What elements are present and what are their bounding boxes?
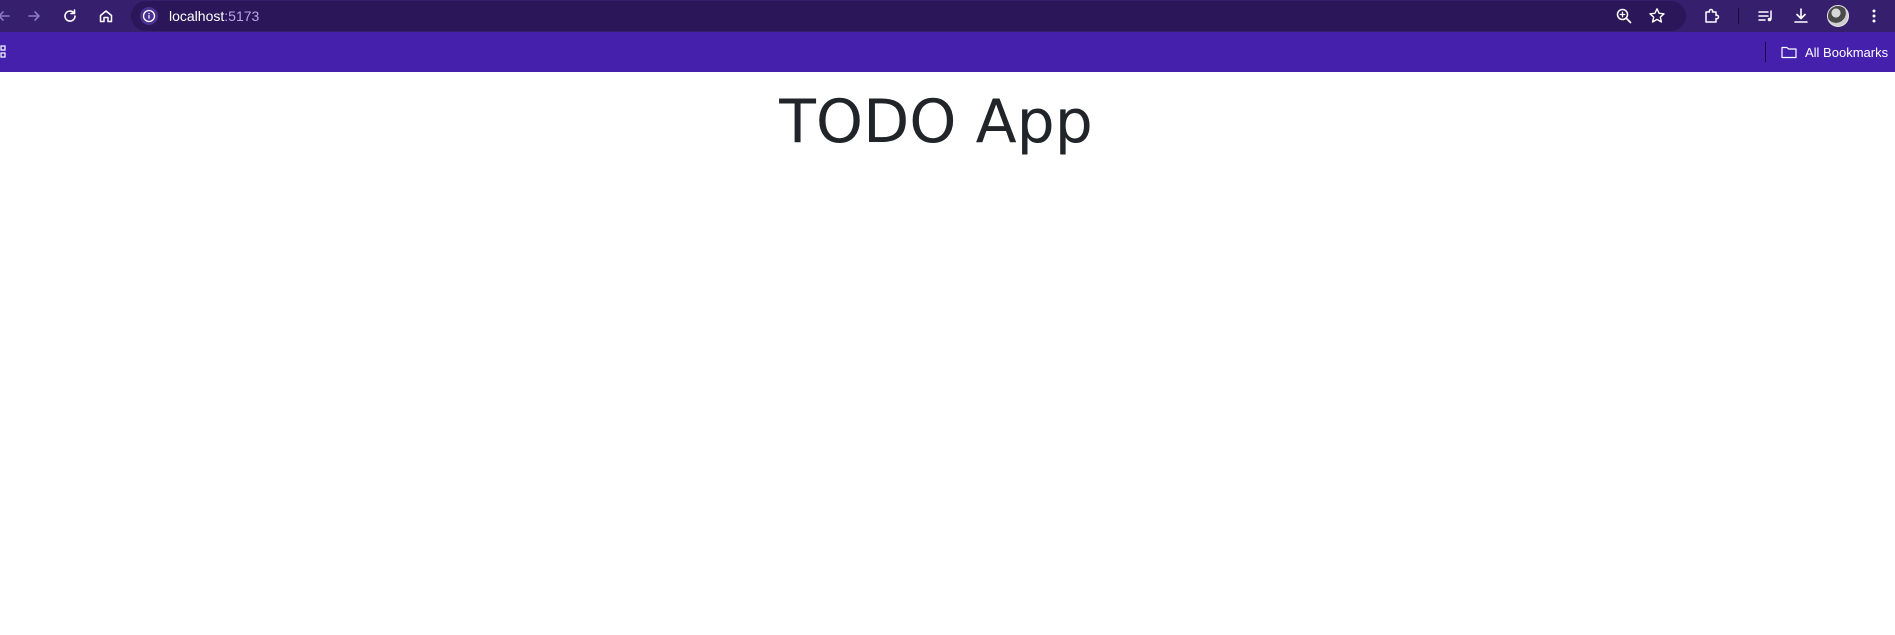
back-button[interactable]: [0, 4, 16, 28]
all-bookmarks-button[interactable]: All Bookmarks: [1781, 32, 1888, 72]
star-icon[interactable]: [1647, 6, 1667, 26]
all-bookmarks-label: All Bookmarks: [1805, 44, 1889, 60]
reload-icon: [64, 9, 76, 22]
reading-list-icon: [1758, 10, 1772, 22]
bookmarks-divider: [1765, 42, 1766, 62]
browser-menu-button[interactable]: [1862, 4, 1886, 28]
zoom-icon[interactable]: [1614, 6, 1634, 26]
reload-button[interactable]: [58, 4, 82, 28]
arrow-left-icon: [0, 11, 10, 21]
extensions-button[interactable]: [1700, 4, 1724, 28]
reading-list-button[interactable]: [1754, 4, 1778, 28]
address-bar[interactable]: localhost:5173: [131, 1, 1686, 31]
profile-avatar[interactable]: [1827, 5, 1849, 27]
folder-icon: [1781, 46, 1797, 59]
kebab-menu-icon: [1872, 9, 1876, 23]
download-icon: [1794, 8, 1808, 23]
url-port: :5173: [224, 8, 260, 24]
downloads-button[interactable]: [1789, 4, 1813, 28]
info-icon[interactable]: [140, 7, 158, 25]
page-title: TODO App: [779, 87, 1093, 157]
bookmarks-bar: All Bookmarks: [0, 32, 1895, 72]
page-content: TODO App: [0, 72, 1895, 635]
home-icon: [99, 10, 113, 23]
forward-button[interactable]: [22, 4, 46, 28]
url-host: localhost: [169, 8, 225, 24]
home-button[interactable]: [94, 4, 118, 28]
browser-toolbar: localhost:5173: [0, 0, 1895, 32]
url-text[interactable]: localhost:5173: [169, 1, 259, 31]
toolbar-separator: [1738, 8, 1739, 24]
puzzle-icon: [1705, 8, 1720, 23]
arrow-right-icon: [28, 11, 40, 21]
apps-grid-icon[interactable]: [0, 45, 6, 59]
